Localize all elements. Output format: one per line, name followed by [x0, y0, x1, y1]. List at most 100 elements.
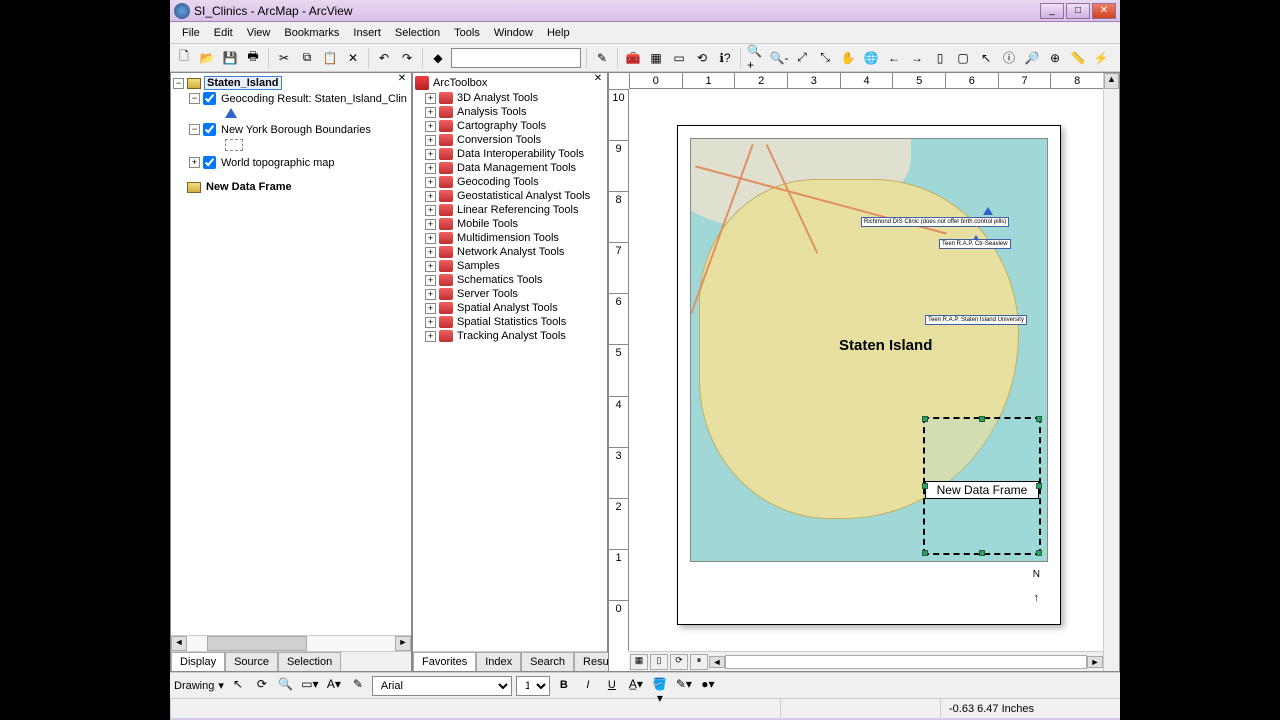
menu-file[interactable]: File [176, 25, 206, 41]
expand-icon[interactable]: + [425, 247, 436, 258]
new-data-frame-element[interactable]: New Data Frame [923, 417, 1041, 555]
toolbox-item[interactable]: Geostatistical Analyst Tools [457, 190, 590, 202]
back-icon[interactable]: ← [884, 48, 904, 68]
underline-button[interactable]: U [602, 676, 622, 696]
rotate-icon[interactable]: ⟳ [252, 676, 272, 696]
layer-geocoding[interactable]: Geocoding Result: Staten_Island_Clin [219, 93, 409, 105]
scroll-left-icon[interactable]: ◄ [709, 656, 725, 668]
layer-checkbox[interactable] [203, 92, 216, 105]
scroll-up-icon[interactable]: ▲ [1104, 73, 1119, 89]
north-arrow[interactable]: N ↑ [1033, 569, 1040, 608]
whats-this-icon[interactable]: ℹ? [715, 48, 735, 68]
font-select[interactable]: Arial [372, 676, 512, 696]
callout-label[interactable]: Teen R.A.P. Ctr-Seaview [939, 239, 1011, 249]
cut-icon[interactable]: ✂ [274, 48, 294, 68]
expand-icon[interactable]: − [173, 78, 184, 89]
layout-view-button[interactable]: ▯ [650, 654, 668, 670]
selection-handle[interactable] [979, 416, 985, 422]
clear-selection-icon[interactable]: ▢ [953, 48, 973, 68]
add-data-icon[interactable]: ◆ [428, 48, 448, 68]
redo-icon[interactable]: ↷ [397, 48, 417, 68]
expand-icon[interactable]: − [189, 124, 200, 135]
goto-xy-icon[interactable]: ⊕ [1045, 48, 1065, 68]
expand-icon[interactable]: + [425, 317, 436, 328]
find-icon[interactable]: 🔎 [1022, 48, 1042, 68]
pause-draw-button[interactable]: ⏸ [690, 654, 708, 670]
toolbox-item[interactable]: Schematics Tools [457, 274, 542, 286]
select-tool-icon[interactable]: ↖ [228, 676, 248, 696]
data-frame-staten-island[interactable]: Staten_Island [204, 76, 282, 90]
toolbox-item[interactable]: Data Interoperability Tools [457, 148, 584, 160]
expand-icon[interactable]: + [425, 275, 436, 286]
expand-icon[interactable]: + [425, 191, 436, 202]
select-elements-icon[interactable]: ↖ [976, 48, 996, 68]
toolbox-icon[interactable]: 🧰 [623, 48, 643, 68]
edit-vertices-icon[interactable]: ✎ [348, 676, 368, 696]
maximize-button[interactable]: □ [1066, 3, 1090, 19]
tab-selection[interactable]: Selection [278, 652, 341, 671]
rectangle-icon[interactable]: ▭▾ [300, 676, 320, 696]
minimize-button[interactable]: _ [1040, 3, 1064, 19]
selection-handle[interactable] [922, 483, 928, 489]
selection-handle[interactable] [1036, 416, 1042, 422]
data-frame-new[interactable]: New Data Frame [204, 181, 294, 193]
fixed-zoom-out-icon[interactable]: ⤡ [815, 48, 835, 68]
toolbox-item[interactable]: Server Tools [457, 288, 518, 300]
measure-icon[interactable]: 📏 [1068, 48, 1088, 68]
data-view-button[interactable]: ▦ [630, 654, 648, 670]
toolbox-item[interactable]: Multidimension Tools [457, 232, 559, 244]
zoom-in-icon[interactable]: 🔍+ [746, 48, 766, 68]
toolbox-item[interactable]: Tracking Analyst Tools [457, 330, 566, 342]
toolbox-item[interactable]: Spatial Analyst Tools [457, 302, 558, 314]
font-size-select[interactable]: 10 [516, 676, 550, 696]
toolbox-item[interactable]: Linear Referencing Tools [457, 204, 578, 216]
tab-index[interactable]: Index [476, 652, 521, 671]
open-icon[interactable]: 📂 [197, 48, 217, 68]
refresh-view-button[interactable]: ⟳ [670, 654, 688, 670]
new-icon[interactable]: 🗋 [174, 48, 194, 68]
toolbox-close-icon[interactable]: ✕ [591, 73, 605, 87]
line-color-icon[interactable]: ✎▾ [674, 676, 694, 696]
expand-icon[interactable]: + [425, 121, 436, 132]
scroll-right-icon[interactable]: ► [395, 636, 411, 651]
hyperlink-icon[interactable]: ⚡ [1091, 48, 1111, 68]
toolbox-item[interactable]: Network Analyst Tools [457, 246, 564, 258]
close-button[interactable]: ✕ [1092, 3, 1116, 19]
copy-icon[interactable]: ⧉ [297, 48, 317, 68]
toolbox-item[interactable]: Cartography Tools [457, 120, 546, 132]
map-title-label[interactable]: Staten Island [839, 337, 932, 354]
selection-handle[interactable] [922, 550, 928, 556]
layer-topo[interactable]: World topographic map [219, 157, 337, 169]
text-icon[interactable]: A▾ [324, 676, 344, 696]
editor-icon[interactable]: ✎ [592, 48, 612, 68]
polygon-symbol-icon[interactable] [225, 139, 243, 151]
tab-source[interactable]: Source [225, 652, 278, 671]
menu-bookmarks[interactable]: Bookmarks [278, 25, 345, 41]
fill-color-icon[interactable]: 🪣▾ [650, 676, 670, 696]
toolbox-item[interactable]: Conversion Tools [457, 134, 541, 146]
menu-view[interactable]: View [241, 25, 277, 41]
marker-color-icon[interactable]: ●▾ [698, 676, 718, 696]
selection-handle[interactable] [922, 416, 928, 422]
fixed-zoom-in-icon[interactable]: ⤢ [792, 48, 812, 68]
layer-borough[interactable]: New York Borough Boundaries [219, 124, 373, 136]
pan-icon[interactable]: ✋ [838, 48, 858, 68]
callout-label[interactable]: Teen R.A.P. Staten Island University [925, 315, 1027, 325]
layer-checkbox[interactable] [203, 123, 216, 136]
zoom-tool-icon[interactable]: 🔍 [276, 676, 296, 696]
paste-icon[interactable]: 📋 [320, 48, 340, 68]
identify-icon[interactable]: ⓘ [999, 48, 1019, 68]
toolbox-item[interactable]: Geocoding Tools [457, 176, 539, 188]
callout-label[interactable]: Richmond DIS Clinic (does not offer birt… [861, 217, 1009, 227]
expand-icon[interactable]: + [425, 149, 436, 160]
menu-tools[interactable]: Tools [448, 25, 486, 41]
tab-favorites[interactable]: Favorites [413, 652, 476, 671]
menu-selection[interactable]: Selection [389, 25, 446, 41]
menu-window[interactable]: Window [488, 25, 539, 41]
full-extent-icon[interactable]: 🌐 [861, 48, 881, 68]
toolbox-item[interactable]: 3D Analyst Tools [457, 92, 538, 104]
dropdown-icon[interactable]: ▾ [218, 679, 224, 692]
print-icon[interactable]: 🖶 [243, 48, 263, 68]
expand-icon[interactable]: + [425, 289, 436, 300]
tab-search[interactable]: Search [521, 652, 574, 671]
